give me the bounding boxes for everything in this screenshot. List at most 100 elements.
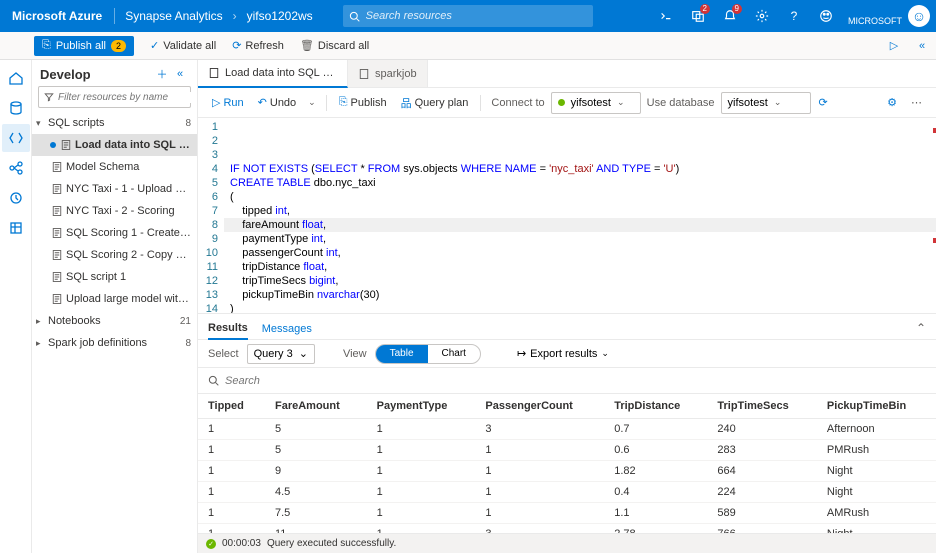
undo-button[interactable]: ↶Undo	[252, 92, 303, 114]
refresh-icon: ⟳	[232, 39, 241, 52]
cloud-shell-button[interactable]	[650, 0, 682, 32]
tree-section[interactable]: ▸Notebooks21	[32, 310, 197, 332]
tree-item[interactable]: NYC Taxi - 1 - Upload model	[32, 178, 197, 200]
publish-button[interactable]: ⎘Publish	[333, 92, 393, 114]
check-icon: ✓	[150, 39, 159, 52]
expand-panel-button[interactable]: «	[908, 39, 936, 52]
filter-resources[interactable]	[38, 86, 191, 108]
connect-to-dropdown[interactable]: yifsotest	[551, 92, 641, 114]
upload-icon: ⎘	[42, 39, 51, 52]
filter-input[interactable]	[58, 92, 192, 103]
table-row[interactable]: 14.5110.4224Night	[198, 482, 936, 503]
table-row[interactable]: 15130.7240Afternoon	[198, 419, 936, 440]
feedback-button[interactable]	[810, 0, 842, 32]
status-message: Query executed successfully.	[267, 538, 396, 549]
use-database-dropdown[interactable]: yifsotest	[721, 92, 811, 114]
breadcrumb-service[interactable]: Synapse Analytics	[115, 9, 232, 23]
select-label: Select	[208, 348, 239, 360]
search-icon	[349, 11, 360, 22]
trash-icon: 🗑	[300, 39, 314, 52]
filter-icon	[44, 92, 54, 102]
refresh-db-button[interactable]: ⟳	[813, 92, 834, 114]
chevron-right-icon: ›	[233, 9, 237, 23]
select-query-dropdown[interactable]: Query 3	[247, 344, 315, 364]
collapse-results-button[interactable]: ⌃	[916, 321, 926, 339]
expand-icon: ▸	[36, 316, 46, 327]
undo-icon: ↶	[258, 96, 267, 109]
view-table-option[interactable]: Table	[376, 345, 428, 363]
directories-button[interactable]: 2	[682, 0, 714, 32]
table-row[interactable]: 15110.6283PMRush	[198, 440, 936, 461]
add-resource-button[interactable]: ＋	[153, 66, 171, 82]
file-tab[interactable]: sparkjob	[348, 60, 428, 87]
column-header[interactable]: TripDistance	[604, 394, 707, 419]
notifications-button[interactable]: 9	[714, 0, 746, 32]
tree-item[interactable]: SQL Scoring 1 - Create model table	[32, 222, 197, 244]
settings-button[interactable]	[746, 0, 778, 32]
column-header[interactable]: PaymentType	[367, 394, 476, 419]
azure-brand[interactable]: Microsoft Azure	[0, 9, 114, 23]
results-search-input[interactable]	[225, 375, 926, 387]
rail-integrate[interactable]	[2, 154, 30, 182]
tree-item[interactable]: Load data into SQL Pool	[32, 134, 197, 156]
breadcrumb-workspace: yifso1202ws	[237, 9, 323, 23]
avatar[interactable]: ☺	[908, 5, 930, 27]
tree-item[interactable]: Model Schema	[32, 156, 197, 178]
develop-title: Develop	[40, 67, 153, 82]
sql-file-icon	[50, 249, 64, 261]
view-chart-option[interactable]: Chart	[428, 345, 480, 363]
editor-settings-button[interactable]: ⚙	[881, 92, 903, 114]
table-row[interactable]: 111132.78766Night	[198, 524, 936, 534]
tree-section[interactable]: ▸Spark job definitions8	[32, 332, 197, 354]
refresh-button[interactable]: ⟳Refresh	[224, 39, 292, 52]
panel-more-button[interactable]: «	[171, 68, 189, 80]
run-play-button[interactable]: ▷	[880, 39, 908, 52]
column-header[interactable]: PassengerCount	[475, 394, 604, 419]
export-icon: ↦	[517, 347, 526, 360]
view-label: View	[343, 348, 367, 360]
validate-all-button[interactable]: ✓Validate all	[142, 39, 224, 52]
plan-icon: 品	[401, 95, 412, 111]
tree-section[interactable]: ▾SQL scripts8	[32, 112, 197, 134]
rail-monitor[interactable]	[2, 184, 30, 212]
status-time: 00:00:03	[222, 538, 261, 549]
rail-home[interactable]	[2, 64, 30, 92]
account-info[interactable]: MICROSOFT	[842, 6, 908, 26]
sql-icon	[208, 67, 220, 79]
column-header[interactable]: PickupTimeBin	[817, 394, 936, 419]
results-table[interactable]: TippedFareAmountPaymentTypePassengerCoun…	[198, 394, 936, 533]
publish-all-button[interactable]: ⎘ Publish all 2	[34, 36, 134, 56]
tree-item[interactable]: Upload large model with COPY INTO	[32, 288, 197, 310]
rail-develop[interactable]	[2, 124, 30, 152]
discard-all-button[interactable]: 🗑Discard all	[292, 39, 377, 52]
column-header[interactable]: FareAmount	[265, 394, 367, 419]
global-search[interactable]	[343, 5, 593, 27]
rail-data[interactable]	[2, 94, 30, 122]
chevron-down-icon[interactable]: ⌄	[304, 97, 320, 108]
results-tab[interactable]: Results	[208, 322, 248, 340]
sql-editor[interactable]: 12345678910111213141516171819202122 IF N…	[198, 118, 936, 314]
tree-item[interactable]: SQL script 1	[32, 266, 197, 288]
table-row[interactable]: 17.5111.1589AMRush	[198, 503, 936, 524]
global-search-input[interactable]	[366, 10, 587, 22]
editor-more-button[interactable]: ⋯	[905, 92, 928, 114]
help-button[interactable]: ?	[778, 0, 810, 32]
view-toggle: Table Chart	[375, 344, 481, 364]
tree-item[interactable]: NYC Taxi - 2 - Scoring	[32, 200, 197, 222]
run-button[interactable]: ▷Run	[206, 92, 250, 114]
export-results-button[interactable]: ↦Export results	[517, 347, 609, 360]
sql-file-icon	[50, 227, 64, 239]
column-header[interactable]: TripTimeSecs	[707, 394, 817, 419]
query-plan-button[interactable]: 品Query plan	[395, 92, 475, 114]
success-icon: ✓	[206, 539, 216, 549]
column-header[interactable]: Tipped	[198, 394, 265, 419]
tree-item[interactable]: SQL Scoring 2 - Copy model into mo...	[32, 244, 197, 266]
file-tab[interactable]: Load data into SQL P...	[198, 60, 348, 88]
rail-manage[interactable]	[2, 214, 30, 242]
table-row[interactable]: 19111.82664Night	[198, 461, 936, 482]
messages-tab[interactable]: Messages	[262, 323, 312, 339]
upload-icon: ⎘	[339, 96, 348, 109]
sql-file-icon	[50, 161, 64, 173]
dirty-indicator-icon	[50, 142, 56, 148]
spark-icon	[358, 68, 370, 80]
